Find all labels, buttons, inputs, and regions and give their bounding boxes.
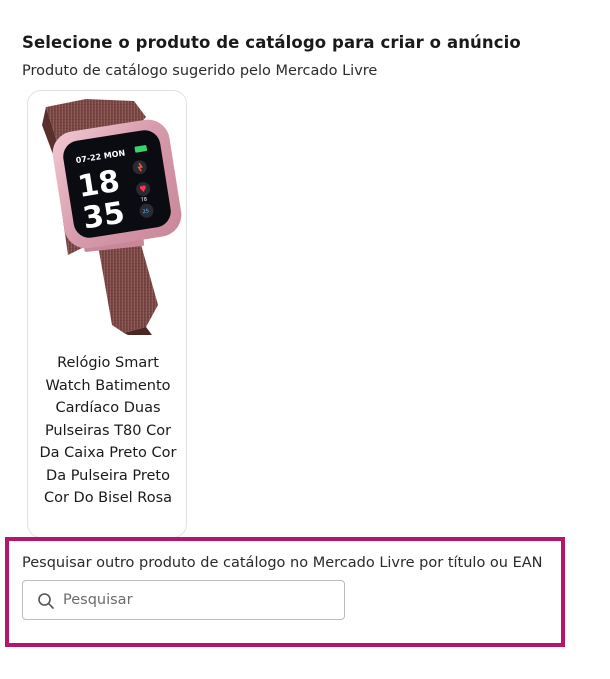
catalog-search-label: Pesquisar outro produto de catálogo no M…	[22, 555, 543, 571]
suggested-product-subtitle: Produto de catálogo sugerido pelo Mercad…	[22, 63, 378, 79]
search-icon	[38, 593, 54, 609]
catalog-search-box[interactable]	[22, 580, 345, 620]
svg-text:78: 78	[140, 197, 147, 204]
page-title: Selecione o produto de catálogo para cri…	[22, 33, 521, 52]
catalog-search-section: Pesquisar outro produto de catálogo no M…	[5, 537, 565, 647]
catalog-search-input[interactable]	[63, 581, 338, 619]
smartwatch-product-image: 07-22 MON 18 35 78 25	[42, 99, 182, 335]
suggested-product-title: Relógio Smart Watch Batimento Cardíaco D…	[39, 355, 177, 506]
svg-text:25: 25	[142, 208, 149, 215]
suggested-product-card[interactable]: 07-22 MON 18 35 78 25 Relógio Smart Watc…	[27, 90, 187, 538]
watch-minute: 35	[80, 195, 127, 236]
